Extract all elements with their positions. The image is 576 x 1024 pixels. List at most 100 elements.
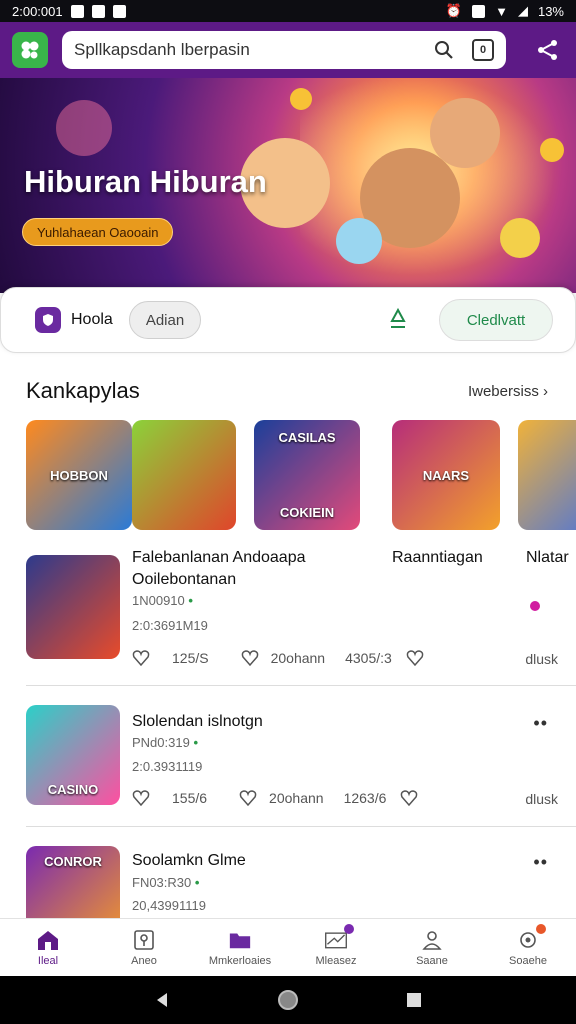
app-developer: PNd0:319 • bbox=[132, 735, 198, 750]
share-button[interactable] bbox=[532, 34, 564, 66]
settings-icon bbox=[516, 923, 546, 951]
app-developer-text: 1N00910 bbox=[132, 593, 185, 608]
app-size: 20,43991119 bbox=[132, 898, 206, 913]
map-pin-icon bbox=[132, 929, 156, 951]
mail-icon bbox=[324, 923, 354, 951]
brand-label: Hoola bbox=[71, 311, 113, 328]
chevron-right-icon: › bbox=[538, 383, 548, 400]
folder-icon bbox=[228, 929, 252, 951]
status-bar: 2:00:001 ⏰ ▼ ◢ 13% bbox=[0, 0, 576, 22]
search-input[interactable] bbox=[74, 40, 434, 60]
home-button-icon[interactable] bbox=[277, 989, 299, 1011]
game-tile[interactable] bbox=[132, 420, 236, 530]
nav-label: Ileal bbox=[37, 954, 59, 967]
bottom-navigation: Ileal Aneo Mmkerloaies Mleasez Saane Soa… bbox=[0, 918, 576, 976]
filter-chip[interactable]: Adian bbox=[128, 301, 202, 339]
app-size: 2:0:3691M19 bbox=[132, 618, 208, 633]
leaf-icon: • bbox=[188, 593, 193, 608]
search-box[interactable]: 0 bbox=[62, 31, 506, 69]
game-tile[interactable]: NAARS bbox=[392, 420, 500, 530]
scan-button[interactable]: 0 bbox=[472, 39, 494, 61]
cartoon-character-image bbox=[500, 218, 540, 258]
app-icon[interactable] bbox=[26, 555, 120, 659]
alarm-icon: ⏰ bbox=[445, 3, 463, 18]
shield-icon bbox=[35, 307, 61, 333]
game-tile[interactable] bbox=[518, 420, 576, 530]
search-icon[interactable] bbox=[434, 40, 454, 60]
nav-label: Aneo bbox=[131, 954, 157, 967]
brand-filter[interactable]: Hoola bbox=[35, 307, 113, 333]
nav-item-messages[interactable]: Mleasez bbox=[288, 919, 384, 976]
nav-item-home[interactable]: Ileal bbox=[0, 919, 96, 976]
more-options-button[interactable]: •• bbox=[533, 852, 548, 873]
coin-image bbox=[290, 88, 312, 110]
game-tile-label: NAARS bbox=[422, 467, 470, 483]
nav-item-library[interactable]: Mmkerloaies bbox=[192, 919, 288, 976]
promo-banner[interactable]: Hiburan Hiburan Yuhlahaean Oaooain bbox=[0, 78, 576, 293]
app-name: Falebanlanan Andoaapa Ooilebontanan bbox=[132, 549, 306, 588]
featured-games-carousel[interactable]: HOBBON CASILAS COKIEIN NAARS bbox=[26, 420, 576, 532]
heart-outline-icon[interactable] bbox=[132, 649, 150, 667]
share-icon bbox=[538, 40, 557, 60]
signal-icon: ◢ bbox=[517, 3, 528, 18]
app-count: 1263/6 bbox=[343, 790, 387, 806]
heart-outline-icon[interactable] bbox=[132, 789, 150, 807]
app-count: 4305/:3 bbox=[345, 650, 392, 666]
section-more-label: Iwebersiss bbox=[467, 383, 539, 400]
action-button[interactable]: Cledlvatt bbox=[439, 299, 553, 341]
app-header: 0 bbox=[0, 22, 576, 78]
app-action-label[interactable]: dlusk bbox=[525, 791, 558, 807]
app-name: Slolendan islnotgn bbox=[132, 713, 263, 730]
gmail-icon bbox=[112, 4, 126, 18]
app-likes: 20ohann bbox=[270, 650, 326, 666]
nav-label: Mleasez bbox=[315, 954, 357, 967]
back-icon[interactable] bbox=[153, 991, 171, 1009]
heart-outline-icon[interactable] bbox=[241, 649, 259, 667]
app-icon-label: CASINO bbox=[47, 782, 99, 797]
app-logo[interactable] bbox=[12, 32, 48, 68]
wifi-icon: ▼ bbox=[495, 3, 508, 19]
vibrate-icon bbox=[472, 4, 486, 18]
cartoon-character-image bbox=[56, 100, 112, 156]
nav-label: Soaehe bbox=[509, 954, 547, 967]
section-title: Kankapylas bbox=[26, 378, 140, 403]
app-rating: 155/6 bbox=[172, 790, 208, 806]
heart-outline-icon[interactable] bbox=[406, 649, 424, 667]
nav-item-settings[interactable]: Soaehe bbox=[480, 919, 576, 976]
leaf-icon: • bbox=[193, 735, 199, 750]
home-icon bbox=[36, 929, 60, 951]
game-tile[interactable]: HOBBON bbox=[26, 420, 132, 530]
app-developer: 1N00910 • bbox=[132, 593, 193, 608]
app-icon[interactable]: CASINO bbox=[26, 705, 120, 805]
notification-icon bbox=[91, 4, 105, 18]
filter-bar: Hoola Adian Cledlvatt bbox=[0, 287, 576, 353]
notification-icon bbox=[70, 4, 84, 18]
app-list-item[interactable]: CASINO Slolendan islnotgn PNd0:319 • 2:0… bbox=[0, 705, 576, 820]
cartoon-character-image bbox=[336, 218, 382, 264]
banner-badge[interactable]: Yuhlahaean Oaooain bbox=[22, 218, 174, 246]
leaf-icon: • bbox=[194, 875, 200, 890]
battery-level: 13% bbox=[537, 3, 564, 19]
section-more-link[interactable]: Iwebersiss › bbox=[468, 383, 548, 400]
heart-outline-icon[interactable] bbox=[400, 789, 418, 807]
game-tile-label: CASILAS bbox=[278, 430, 336, 445]
game-tile[interactable]: CASILAS COKIEIN bbox=[254, 420, 360, 530]
heart-outline-icon[interactable] bbox=[239, 789, 257, 807]
app-name-secondary: Nlatar bbox=[526, 549, 569, 566]
notification-button[interactable] bbox=[387, 307, 409, 333]
bell-icon bbox=[390, 307, 406, 328]
app-list-item[interactable]: Falebanlanan Andoaapa Ooilebontanan 1N00… bbox=[0, 549, 576, 685]
recents-icon[interactable] bbox=[405, 991, 423, 1009]
app-icon[interactable]: CONROR bbox=[26, 846, 120, 918]
nav-label: Mmkerloaies bbox=[208, 954, 272, 967]
app-rating: 125/S bbox=[172, 650, 209, 666]
nav-item-nearby[interactable]: Aneo bbox=[96, 919, 192, 976]
nav-item-profile[interactable]: Saane bbox=[384, 919, 480, 976]
divider bbox=[26, 685, 576, 686]
app-action-label[interactable]: dlusk bbox=[525, 651, 558, 667]
clover-icon bbox=[21, 41, 39, 59]
app-size: 2:0.3931119 bbox=[132, 759, 203, 774]
game-tile-label: HOBBON bbox=[50, 467, 108, 483]
app-list-item[interactable]: CONROR Soolamkn Glme FN03:R30 • 20,43991… bbox=[0, 846, 576, 918]
more-options-button[interactable]: •• bbox=[533, 713, 548, 734]
